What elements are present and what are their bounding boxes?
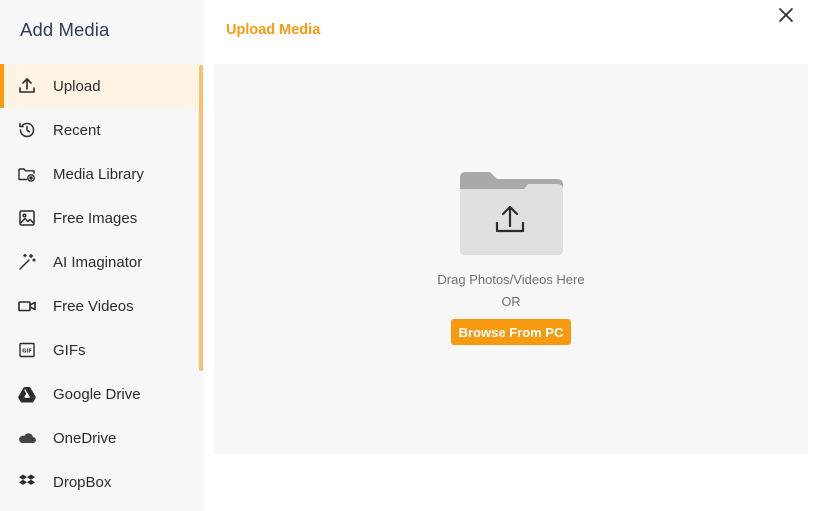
sidebar: Add Media Upload Recent Media Library Fr… [0, 0, 204, 511]
close-icon [776, 8, 796, 29]
sidebar-item-label: OneDrive [53, 429, 117, 447]
browse-from-pc-button[interactable]: Browse From PC [451, 319, 571, 345]
folder-upload-icon [458, 171, 565, 255]
drag-hint-text: Drag Photos/Videos Here [437, 272, 585, 287]
sidebar-item-label: Recent [53, 121, 101, 139]
sidebar-item-dropbox[interactable]: DropBox [0, 460, 198, 504]
image-icon [17, 208, 37, 228]
upload-icon [17, 76, 37, 96]
or-separator: OR [501, 295, 521, 309]
sidebar-item-label: Upload [53, 77, 101, 95]
sidebar-item-ai-imaginator[interactable]: AI Imaginator [0, 240, 198, 284]
sidebar-item-media-library[interactable]: Media Library [0, 152, 198, 196]
sidebar-item-label: GIFs [53, 341, 86, 359]
gif-icon: GIF [17, 340, 37, 360]
onedrive-cloud-icon [17, 428, 37, 448]
svg-text:GIF: GIF [22, 349, 32, 355]
video-camera-icon [17, 296, 37, 316]
folder-media-icon [17, 164, 37, 184]
sidebar-title: Add Media [20, 19, 110, 40]
close-button[interactable] [776, 5, 796, 25]
sidebar-item-free-videos[interactable]: Free Videos [0, 284, 198, 328]
page-title: Upload Media [226, 22, 321, 38]
sidebar-item-label: Free Videos [53, 297, 134, 315]
sidebar-item-google-drive[interactable]: Google Drive [0, 372, 198, 416]
sidebar-item-onedrive[interactable]: OneDrive [0, 416, 198, 460]
sidebar-item-gifs[interactable]: GIF GIFs [0, 328, 198, 372]
sidebar-item-upload[interactable]: Upload [0, 64, 198, 108]
history-icon [17, 120, 37, 140]
dropbox-icon [17, 472, 37, 492]
sidebar-nav: Upload Recent Media Library Free Images … [0, 64, 198, 504]
sidebar-item-label: Media Library [53, 165, 144, 183]
sidebar-item-label: Google Drive [53, 385, 141, 403]
sidebar-scrollbar[interactable] [199, 65, 203, 371]
sidebar-item-label: Free Images [53, 209, 138, 227]
sidebar-item-free-images[interactable]: Free Images [0, 196, 198, 240]
sidebar-item-label: DropBox [53, 473, 112, 491]
add-media-dialog: Add Media Upload Recent Media Library Fr… [0, 0, 815, 511]
google-drive-icon [17, 384, 37, 404]
sidebar-item-recent[interactable]: Recent [0, 108, 198, 152]
upload-dropzone[interactable]: Drag Photos/Videos Here OR Browse From P… [214, 64, 808, 454]
magic-wand-icon [17, 252, 37, 272]
sidebar-item-label: AI Imaginator [53, 253, 143, 271]
